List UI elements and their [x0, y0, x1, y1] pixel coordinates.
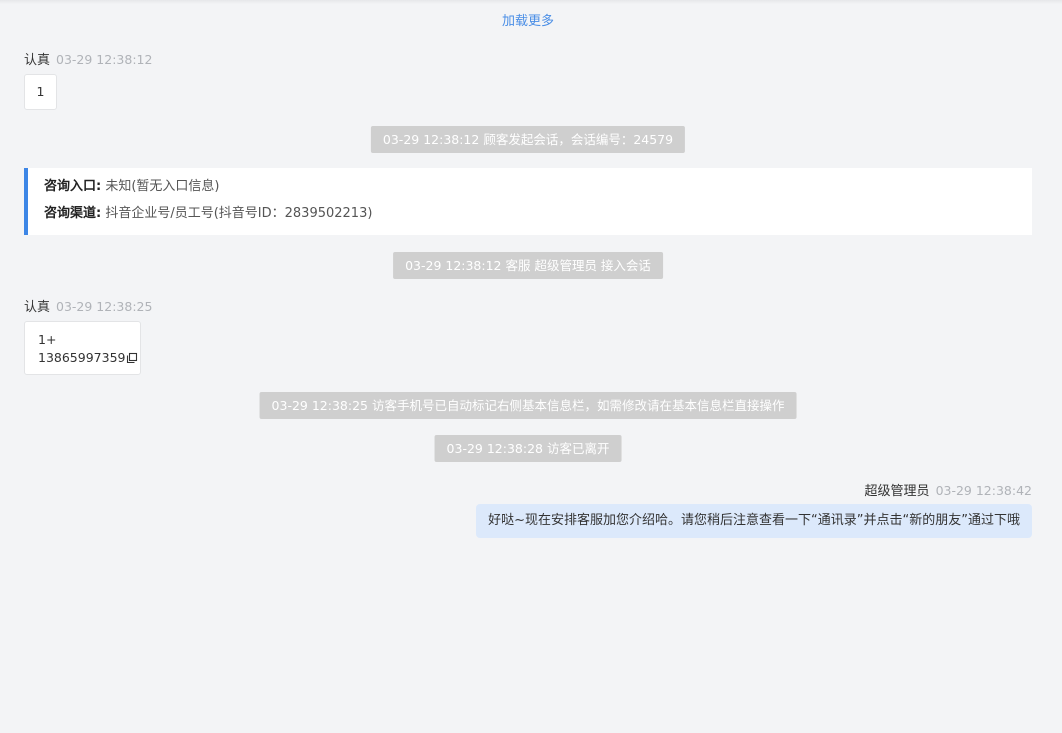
system-notice: 03-29 12:38:12 顾客发起会话，会话编号：24579 [370, 126, 686, 153]
consult-channel-label: 咨询渠道: [44, 206, 102, 221]
top-shadow [0, 0, 1062, 4]
message-time: 03-29 12:38:42 [935, 483, 1032, 498]
system-notice: 03-29 12:38:28 访客已离开 [434, 435, 622, 462]
sender-name: 超级管理员 [864, 484, 930, 499]
system-notice: 03-29 12:38:12 客服 超级管理员 接入会话 [393, 252, 663, 279]
phone-number-line: 13865997359 [38, 349, 140, 369]
load-more-link[interactable]: 加载更多 [0, 10, 1056, 29]
message-text-line: 1+ [38, 332, 57, 347]
message-time: 03-29 12:38:12 [56, 52, 153, 67]
message-header: 超级管理员 03-29 12:38:42 [865, 480, 1032, 499]
copy-icon[interactable] [126, 351, 138, 369]
consult-entry-label: 咨询入口: [44, 179, 102, 194]
message-header: 认真 03-29 12:38:25 [24, 296, 152, 315]
consult-channel-value: 抖音企业号/员工号(抖音号ID：2839502213) [105, 206, 373, 221]
message-bubble: 1 [24, 74, 57, 110]
agent-reply-bubble: 好哒~现在安排客服加您介绍哈。请您稍后注意查看一下“通讯录”并点击“新的朋友”通… [476, 504, 1032, 538]
sender-name: 认真 [24, 300, 51, 315]
consult-entry-value: 未知(暂无入口信息) [105, 179, 220, 194]
consult-info-card: 咨询入口: 未知(暂无入口信息) 咨询渠道: 抖音企业号/员工号(抖音号ID：2… [24, 168, 1032, 235]
sender-name: 认真 [24, 53, 51, 68]
message-header: 认真 03-29 12:38:12 [24, 49, 152, 68]
phone-number: 13865997359 [38, 350, 126, 365]
message-bubble: 1+ 13865997359 [24, 321, 141, 375]
message-time: 03-29 12:38:25 [56, 299, 153, 314]
consult-entry-row: 咨询入口: 未知(暂无入口信息) [44, 178, 1032, 205]
consult-channel-row: 咨询渠道: 抖音企业号/员工号(抖音号ID：2839502213) [44, 205, 1032, 232]
system-notice: 03-29 12:38:25 访客手机号已自动标记右侧基本信息栏，如需修改请在基… [259, 392, 797, 419]
